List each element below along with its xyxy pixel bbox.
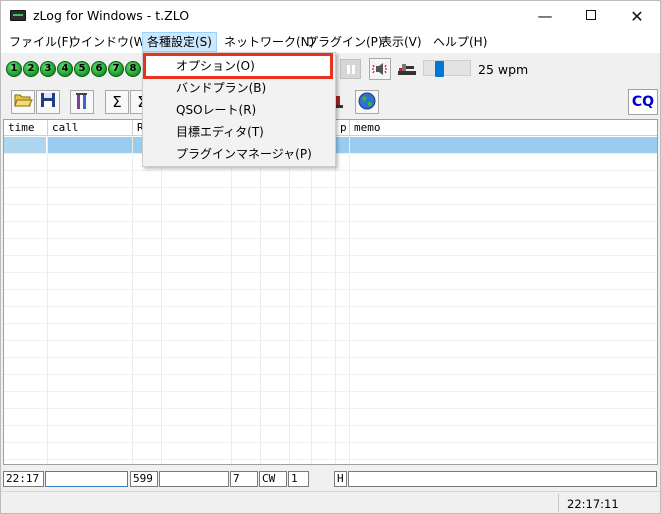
grid-line — [4, 425, 657, 426]
grid-line — [4, 289, 657, 290]
cq-button[interactable]: CQ — [628, 89, 658, 115]
grid-line — [132, 136, 133, 464]
cw-key-1[interactable]: 1 — [6, 61, 22, 77]
call-field[interactable] — [45, 471, 128, 487]
grid-line — [4, 255, 657, 256]
power-field[interactable]: 1 — [288, 471, 309, 487]
grid-line — [289, 136, 290, 464]
open-button[interactable] — [11, 90, 35, 114]
floppy-icon — [41, 93, 55, 107]
status-clock: 22:17:11 — [567, 497, 619, 511]
title-bar[interactable]: zLog for Windows - t.ZLO — ✕ — [1, 1, 660, 32]
folder-open-icon — [14, 94, 33, 107]
grid-line — [4, 187, 657, 188]
band-field[interactable]: 7 — [230, 471, 258, 487]
field8[interactable] — [310, 471, 333, 487]
grid-line — [335, 136, 336, 464]
col-memo[interactable]: memo — [350, 120, 657, 136]
menu-item-bandplan[interactable]: バンドプラン(B) — [143, 77, 335, 99]
maximize-icon — [586, 10, 596, 20]
menu-bar: ファイル(F) ウインドウ(W) 各種設定(S) ネットワーク(N) プラグイン… — [1, 32, 660, 53]
selected-cell[interactable] — [4, 137, 47, 153]
status-separator — [558, 494, 559, 512]
paddle-button[interactable] — [395, 58, 417, 80]
grid-line — [4, 323, 657, 324]
cw-key-5[interactable]: 5 — [74, 61, 90, 77]
pause-button[interactable] — [340, 59, 361, 79]
check-call-icon — [76, 93, 87, 109]
save-button[interactable] — [36, 90, 60, 114]
speed-slider-thumb[interactable] — [435, 61, 444, 77]
col-call[interactable]: call — [48, 120, 133, 136]
speed-slider[interactable] — [423, 60, 471, 77]
cw-key-6[interactable]: 6 — [91, 61, 107, 77]
op-field[interactable]: H — [334, 471, 347, 487]
network-button[interactable] — [355, 90, 379, 114]
cw-key-2[interactable]: 2 — [23, 61, 39, 77]
main-window: zLog for Windows - t.ZLO — ✕ ファイル(F) ウイン… — [0, 0, 661, 514]
grid-line — [4, 459, 657, 460]
morse-key-icon — [398, 64, 416, 75]
cw-key-4[interactable]: 4 — [57, 61, 73, 77]
grid-line — [4, 357, 657, 358]
menu-item-target-editor[interactable]: 目標エディタ(T) — [143, 121, 335, 143]
window-title: zLog for Windows - t.ZLO — [33, 8, 190, 23]
grid-line — [4, 170, 657, 171]
grid-line — [349, 136, 350, 464]
app-icon — [10, 10, 26, 21]
menu-window[interactable]: ウインドウ(W) — [65, 32, 154, 52]
grid-line — [4, 204, 657, 205]
menu-view[interactable]: 表示(V) — [376, 32, 426, 52]
grid-line — [4, 272, 657, 273]
partial-check-button[interactable] — [70, 90, 94, 114]
grid-line — [4, 221, 657, 222]
grid-line — [4, 306, 657, 307]
grid-line — [4, 442, 657, 443]
grid-line — [4, 408, 657, 409]
speaker-button[interactable] — [369, 58, 391, 80]
mode-field[interactable]: CW — [259, 471, 287, 487]
cw-key-8[interactable]: 8 — [125, 61, 141, 77]
globe-icon — [358, 92, 376, 110]
summary-button[interactable]: Σ — [105, 90, 129, 114]
grid-line — [4, 340, 657, 341]
minimize-button[interactable]: — — [522, 1, 568, 32]
menu-help[interactable]: ヘルプ(H) — [429, 32, 491, 52]
grid-line — [311, 136, 312, 464]
grid-line — [161, 136, 162, 464]
grid-line — [4, 238, 657, 239]
cw-key-7[interactable]: 7 — [108, 61, 124, 77]
time-field[interactable]: 22:17 — [3, 471, 44, 487]
grid-line — [231, 136, 232, 464]
grid-line — [4, 391, 657, 392]
speed-readout: 25 wpm — [478, 62, 529, 77]
number-field[interactable] — [159, 471, 229, 487]
speaker-icon — [372, 63, 387, 75]
qso-log-grid[interactable]: time call R p memo — [3, 119, 658, 465]
col-op[interactable]: p — [336, 120, 350, 136]
settings-dropdown: オプション(O) バンドプラン(B) QSOレート(R) 目標エディタ(T) プ… — [142, 52, 336, 167]
grid-line — [260, 136, 261, 464]
cw-key-3[interactable]: 3 — [40, 61, 56, 77]
menu-plugin[interactable]: プラグイン(P) — [302, 32, 387, 52]
grid-line — [4, 374, 657, 375]
maximize-button[interactable] — [568, 1, 614, 32]
menu-item-options[interactable]: オプション(O) — [143, 53, 333, 79]
grid-line — [47, 136, 48, 464]
rst-field[interactable]: 599 — [130, 471, 158, 487]
menu-settings[interactable]: 各種設定(S) — [142, 32, 217, 52]
status-bar: 22:17:11 — [1, 491, 660, 513]
menu-item-plugin-manager[interactable]: プラグインマネージャ(P) — [143, 143, 335, 165]
memo-field[interactable] — [348, 471, 657, 487]
menu-item-qso-rate[interactable]: QSOレート(R) — [143, 99, 335, 121]
col-time[interactable]: time — [4, 120, 48, 136]
close-button[interactable]: ✕ — [614, 1, 660, 32]
